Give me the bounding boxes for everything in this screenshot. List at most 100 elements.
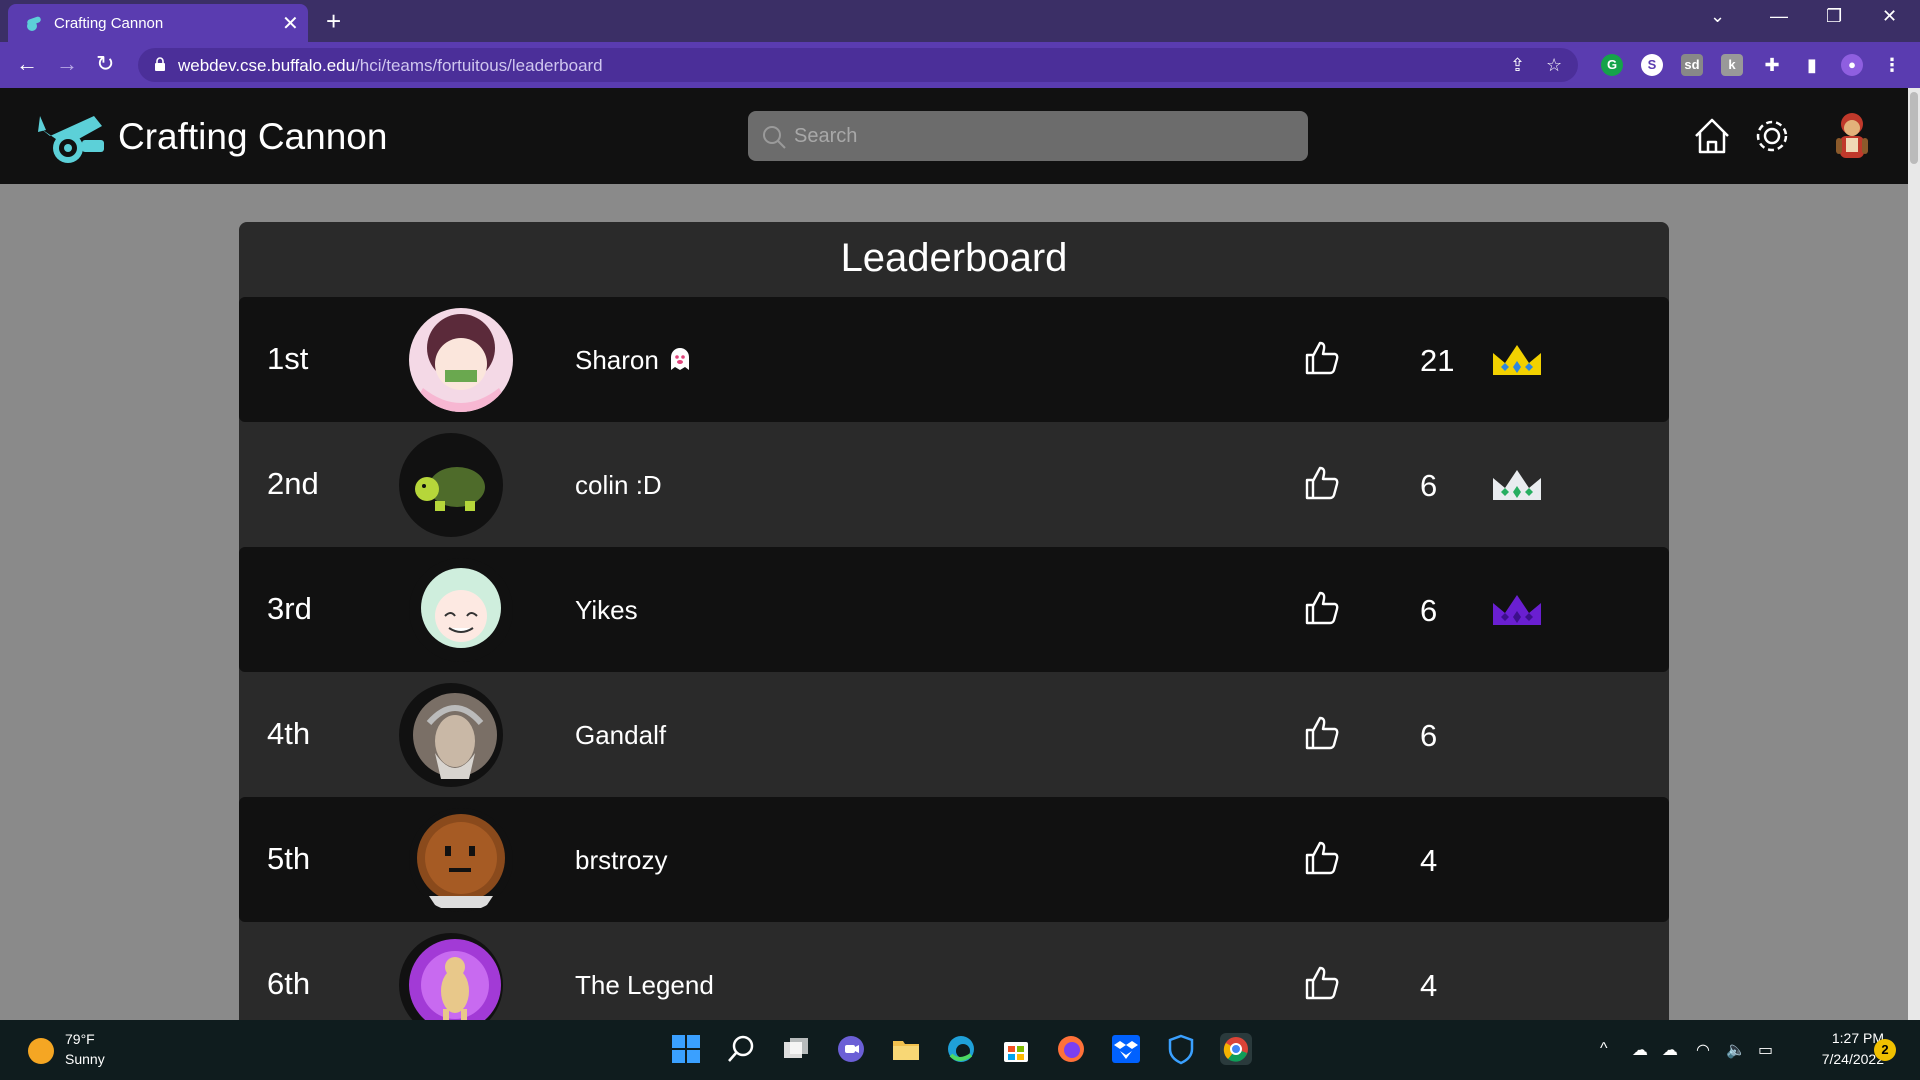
profile-icon[interactable]: ● bbox=[1841, 54, 1863, 76]
new-tab-button[interactable]: + bbox=[326, 6, 341, 37]
task-view-icon[interactable] bbox=[780, 1033, 812, 1065]
thumbs-up-icon[interactable] bbox=[1303, 964, 1341, 1002]
shield-app-icon[interactable] bbox=[1165, 1033, 1197, 1065]
microsoft-store-icon[interactable] bbox=[1000, 1033, 1032, 1065]
thumbs-up-icon[interactable] bbox=[1303, 589, 1341, 627]
search-icon bbox=[763, 126, 786, 149]
grammarly-extension-icon[interactable]: G bbox=[1601, 54, 1623, 76]
chrome-icon[interactable] bbox=[1220, 1033, 1252, 1065]
notification-count-badge[interactable]: 2 bbox=[1874, 1039, 1896, 1061]
avatar[interactable] bbox=[409, 808, 513, 912]
taskbar-search-icon[interactable] bbox=[725, 1033, 757, 1065]
purple-crown-icon bbox=[1493, 595, 1541, 625]
dropbox-icon[interactable] bbox=[1110, 1033, 1142, 1065]
search-input[interactable] bbox=[794, 121, 1294, 151]
leaderboard-row[interactable]: 2nd colin :D 6 bbox=[239, 422, 1669, 547]
tab-title: Crafting Cannon bbox=[54, 15, 164, 32]
url-path: /hci/teams/fortuitous/leaderboard bbox=[355, 56, 603, 75]
address-bar[interactable]: webdev.cse.buffalo.edu/hci/teams/fortuit… bbox=[138, 48, 1578, 82]
windows-taskbar: 79°F Sunny ^ ☁ ☁ ◠ 🔈 ▭ 1:27 PM 7/24/2022… bbox=[0, 1020, 1920, 1080]
page-scrollbar[interactable] bbox=[1908, 88, 1920, 1020]
like-count: 4 bbox=[1420, 968, 1438, 1003]
username: brstrozy bbox=[575, 845, 668, 875]
leaderboard-row[interactable]: 5th brstrozy 4 bbox=[239, 797, 1669, 922]
leaderboard-row[interactable]: 6th The Legend 4 bbox=[239, 922, 1669, 1020]
settings-gear-icon[interactable] bbox=[1750, 114, 1794, 158]
browser-tab-strip: Crafting Cannon ✕ + ⌄ — ❐ ✕ bbox=[0, 0, 1920, 42]
scrollbar-thumb[interactable] bbox=[1910, 92, 1918, 164]
ghost-icon bbox=[670, 348, 689, 371]
restore-button[interactable]: ❐ bbox=[1826, 6, 1842, 27]
leaderboard-row[interactable]: 1st Sharon 21 bbox=[239, 297, 1669, 422]
username-text: Sharon bbox=[575, 345, 659, 375]
cloud-error-icon[interactable]: ☁ bbox=[1662, 1040, 1678, 1060]
minimize-button[interactable]: — bbox=[1770, 6, 1788, 27]
file-explorer-icon[interactable] bbox=[890, 1033, 922, 1065]
search-box[interactable] bbox=[748, 111, 1308, 161]
avatar[interactable] bbox=[399, 683, 503, 787]
firefox-icon[interactable] bbox=[1055, 1033, 1087, 1065]
clock-date[interactable]: 7/24/2022 bbox=[1796, 1051, 1884, 1067]
weather-temperature[interactable]: 79°F bbox=[65, 1031, 95, 1047]
close-window-button[interactable]: ✕ bbox=[1882, 6, 1897, 27]
tab-search-icon[interactable]: ⌄ bbox=[1710, 6, 1725, 27]
thumbs-up-icon[interactable] bbox=[1303, 464, 1341, 502]
volume-icon[interactable]: 🔈 bbox=[1726, 1040, 1746, 1060]
sun-weather-icon[interactable] bbox=[28, 1038, 54, 1064]
app-header: Crafting Cannon bbox=[0, 88, 1908, 184]
leaderboard-title: Leaderboard bbox=[840, 236, 1068, 280]
leaderboard-panel: Leaderboard 1st Sharon 21 2nd colin:D 6… bbox=[239, 222, 1669, 1020]
like-count: 6 bbox=[1420, 718, 1438, 753]
share-icon[interactable]: ⇪ bbox=[1510, 55, 1525, 76]
bookmark-star-icon[interactable]: ☆ bbox=[1546, 55, 1562, 76]
sd-extension-icon[interactable]: sd bbox=[1681, 54, 1703, 76]
show-hidden-icons-chevron-icon[interactable]: ^ bbox=[1600, 1040, 1608, 1058]
tab-close-icon[interactable]: ✕ bbox=[282, 11, 299, 36]
s-extension-icon[interactable]: S bbox=[1641, 54, 1663, 76]
thumbs-up-icon[interactable] bbox=[1303, 839, 1341, 877]
lock-icon bbox=[155, 57, 165, 71]
user-avatar[interactable] bbox=[1822, 106, 1882, 166]
username: The Legend bbox=[575, 970, 714, 1000]
leaderboard-row[interactable]: 4th Gandalf 6 bbox=[239, 672, 1669, 797]
avatar[interactable] bbox=[399, 933, 503, 1020]
gold-crown-icon bbox=[1493, 345, 1541, 375]
edge-browser-icon[interactable] bbox=[945, 1033, 977, 1065]
username: Yikes bbox=[575, 595, 638, 625]
clock-time[interactable]: 1:27 PM bbox=[1810, 1030, 1884, 1046]
forward-button[interactable]: → bbox=[56, 51, 78, 77]
like-count: 21 bbox=[1420, 343, 1455, 378]
username: Gandalf bbox=[575, 720, 667, 750]
battery-icon[interactable]: ▭ bbox=[1758, 1040, 1773, 1060]
app-title[interactable]: Crafting Cannon bbox=[118, 116, 387, 158]
reload-button[interactable]: ↻ bbox=[96, 51, 114, 77]
like-count: 6 bbox=[1420, 593, 1438, 628]
browser-menu-icon[interactable]: ⋮ bbox=[1881, 54, 1903, 76]
rank-label: 2nd bbox=[267, 466, 319, 501]
like-count: 4 bbox=[1420, 843, 1438, 878]
thumbs-up-icon[interactable] bbox=[1303, 714, 1341, 752]
rank-label: 1st bbox=[267, 341, 309, 376]
k-extension-icon[interactable]: k bbox=[1721, 54, 1743, 76]
weather-description[interactable]: Sunny bbox=[65, 1051, 105, 1067]
avatar[interactable] bbox=[409, 558, 513, 662]
windows-start-icon[interactable] bbox=[670, 1033, 702, 1065]
home-icon[interactable] bbox=[1690, 114, 1734, 158]
side-panel-icon[interactable]: ▮ bbox=[1801, 54, 1823, 76]
browser-toolbar: ← → ↻ webdev.cse.buffalo.edu/hci/teams/f… bbox=[0, 42, 1920, 88]
browser-tab[interactable]: Crafting Cannon ✕ bbox=[8, 4, 308, 42]
leaderboard-row[interactable]: 3rd Yikes 6 bbox=[239, 547, 1669, 672]
back-button[interactable]: ← bbox=[16, 51, 38, 77]
rank-label: 5th bbox=[267, 841, 311, 876]
silver-crown-icon bbox=[1493, 470, 1541, 500]
url-text: webdev.cse.buffalo.edu/hci/teams/fortuit… bbox=[178, 56, 603, 76]
puzzle-extensions-icon[interactable]: ✚ bbox=[1761, 54, 1783, 76]
avatar[interactable] bbox=[399, 433, 503, 537]
thumbs-up-icon[interactable] bbox=[1303, 339, 1341, 377]
avatar[interactable] bbox=[409, 308, 513, 412]
cannon-logo-icon[interactable] bbox=[36, 110, 108, 166]
wifi-icon[interactable]: ◠ bbox=[1696, 1040, 1710, 1060]
teams-chat-icon[interactable] bbox=[835, 1033, 867, 1065]
onedrive-cloud-icon[interactable]: ☁ bbox=[1632, 1040, 1648, 1060]
rank-label: 4th bbox=[267, 716, 311, 751]
